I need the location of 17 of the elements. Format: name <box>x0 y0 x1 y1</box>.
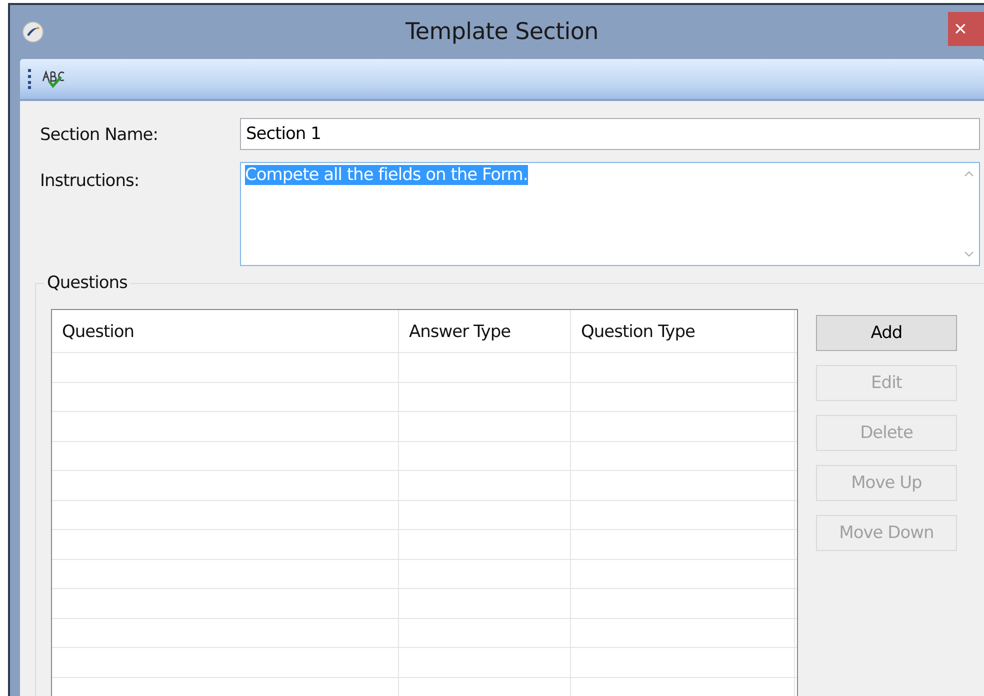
scroll-down-icon[interactable] <box>964 251 974 257</box>
column-header[interactable]: Question Type <box>571 310 795 352</box>
instructions-text: Compete all the fields on the Form. <box>245 165 528 185</box>
column-header[interactable]: Answer Type <box>399 310 571 352</box>
column-header[interactable]: Question <box>52 310 399 352</box>
toolbar-grip-icon <box>28 69 31 89</box>
section-name-field[interactable]: Section 1 <box>240 118 980 150</box>
app-logo-icon <box>22 21 44 43</box>
field-label: Instructions: <box>40 171 140 191</box>
window-title: Template Section <box>406 19 598 45</box>
field-label: Section Name: <box>40 125 158 145</box>
close-button[interactable]: × <box>948 12 984 46</box>
scroll-up-icon[interactable] <box>964 171 974 177</box>
spell-check-icon[interactable] <box>41 70 67 88</box>
instructions-field[interactable]: Compete all the fields on the Form. <box>240 162 980 266</box>
group-title: Questions <box>46 273 128 293</box>
action-button[interactable]: Add <box>816 315 957 351</box>
